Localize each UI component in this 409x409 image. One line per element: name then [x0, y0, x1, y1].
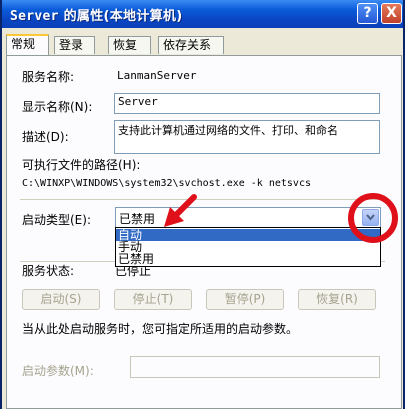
- annotation-circle: [348, 193, 398, 243]
- startup-type-selected-value: 已禁用: [119, 212, 156, 226]
- startup-type-dropdown-list: 自动 手动 已禁用: [115, 227, 381, 267]
- pause-button[interactable]: 暂停(P): [206, 289, 284, 310]
- service-name-label: 服务名称:: [22, 70, 75, 84]
- service-status-label: 服务状态:: [22, 264, 75, 278]
- annotation-arrow-icon: [164, 194, 197, 227]
- display-name-input[interactable]: Server: [114, 93, 380, 114]
- tab-general[interactable]: 常规: [6, 34, 49, 55]
- close-button[interactable]: X: [381, 3, 402, 24]
- separator: [20, 199, 385, 200]
- start-params-hint: 当从此处启动服务时，您可指定所适用的启动参数。: [22, 322, 299, 336]
- exe-path-label: 可执行文件的路径(H):: [22, 158, 141, 172]
- description-textbox[interactable]: 支持此计算机通过网络的文件、打印、和命名: [114, 120, 380, 154]
- description-label: 描述(D):: [22, 130, 69, 144]
- display-name-label: 显示名称(N):: [22, 100, 93, 114]
- window-title: Server 的属性(本地计算机): [10, 5, 182, 24]
- option-automatic[interactable]: 自动: [116, 229, 380, 241]
- option-disabled[interactable]: 已禁用: [116, 253, 380, 265]
- tab-strip: 常规 登录 恢复 依存关系: [6, 34, 402, 56]
- title-suffix: 的属性(本地计算机): [58, 9, 183, 24]
- start-params-input[interactable]: [130, 356, 380, 378]
- title-service-name: Server: [10, 9, 59, 24]
- start-params-label: 启动参数(M):: [22, 364, 94, 378]
- title-bar[interactable]: Server 的属性(本地计算机) ? X: [2, 0, 403, 28]
- tab-dependencies[interactable]: 依存关系: [158, 36, 224, 54]
- startup-type-label: 启动类型(E):: [22, 213, 91, 227]
- stop-button[interactable]: 停止(T): [114, 289, 192, 310]
- tab-recovery[interactable]: 恢复: [108, 36, 151, 54]
- resume-button[interactable]: 恢复(R): [298, 289, 376, 310]
- option-manual[interactable]: 手动: [116, 241, 380, 253]
- tab-logon[interactable]: 登录: [54, 36, 95, 54]
- service-name-value: LanmanServer: [117, 69, 197, 82]
- startup-type-select[interactable]: 已禁用: [115, 207, 381, 228]
- start-button[interactable]: 启动(S): [22, 289, 100, 310]
- service-properties-window: Server 的属性(本地计算机) ? X 常规 登录 恢复 依存关系 服务名称…: [0, 0, 405, 409]
- help-button[interactable]: ?: [357, 3, 378, 24]
- exe-path-value: C:\WINXP\WINDOWS\system32\svchost.exe -k…: [22, 178, 311, 189]
